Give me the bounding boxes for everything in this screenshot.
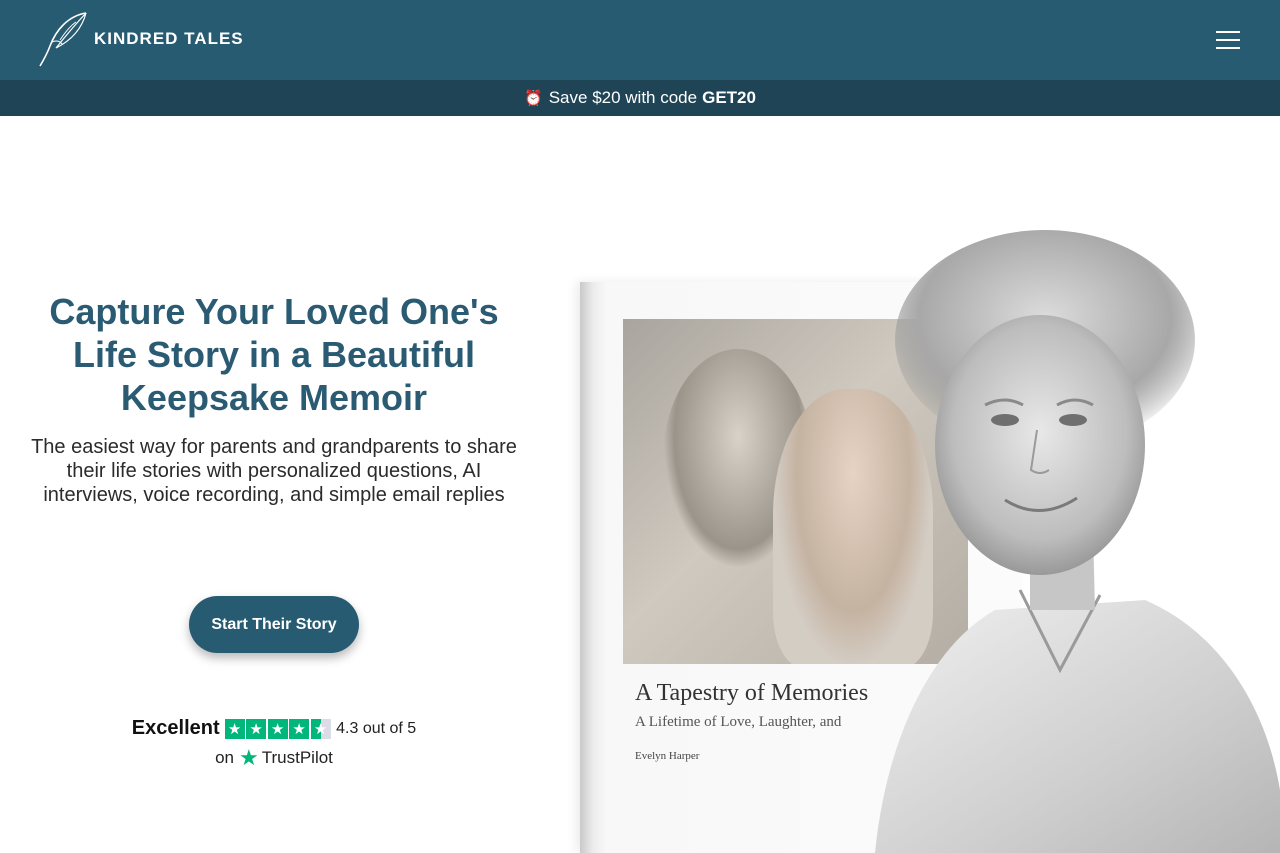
hamburger-menu-icon[interactable]: [1212, 26, 1244, 54]
promo-banner: ⏰ Save $20 with code GET20: [0, 80, 1280, 116]
hero-subtitle: The easiest way for parents and grandpar…: [31, 436, 517, 506]
promo-code: GET20: [702, 88, 756, 107]
promo-text: Save $20 with code: [548, 88, 698, 107]
brand-name: KINDRED TALES: [94, 29, 244, 48]
site-header: KINDRED TALES: [0, 0, 1280, 80]
alarm-clock-icon: ⏰: [524, 90, 543, 107]
rating-label: Excellent: [131, 717, 220, 739]
hero-title: Capture Your Loved One's Life Story in a…: [49, 291, 499, 418]
star-icon: ★: [267, 718, 288, 739]
trustpilot-rating[interactable]: Excellent ★ ★ ★ ★ ★ 4.3 out of 5: [0, 717, 548, 740]
trustpilot-star-icon: ★: [239, 745, 259, 770]
book-author: Evelyn Harper: [635, 750, 700, 762]
trustpilot-name: TrustPilot: [261, 748, 333, 767]
half-star-icon: ★: [310, 718, 331, 739]
rating-score: 4.3 out of 5: [336, 719, 417, 737]
rating-on-text: on: [215, 748, 234, 767]
star-icon: ★: [224, 718, 245, 739]
start-their-story-button[interactable]: Start Their Story: [189, 596, 359, 653]
hero-copy: Capture Your Loved One's Life Story in a…: [20, 290, 528, 507]
quill-feather-icon: [39, 12, 87, 67]
rating-stars: ★ ★ ★ ★ ★: [224, 718, 333, 739]
star-icon: ★: [246, 718, 267, 739]
star-icon: ★: [289, 718, 310, 739]
brand-logo[interactable]: KINDRED TALES: [38, 10, 244, 68]
book-subtitle: A Lifetime of Love, Laughter, and: [635, 714, 842, 730]
trustpilot-line[interactable]: on ★ TrustPilot: [0, 745, 548, 770]
hero-image: A Tapestry of Memories A Lifetime of Lov…: [580, 230, 1280, 853]
elderly-woman-portrait: [875, 230, 1280, 853]
book-title: A Tapestry of Memories: [635, 680, 869, 706]
